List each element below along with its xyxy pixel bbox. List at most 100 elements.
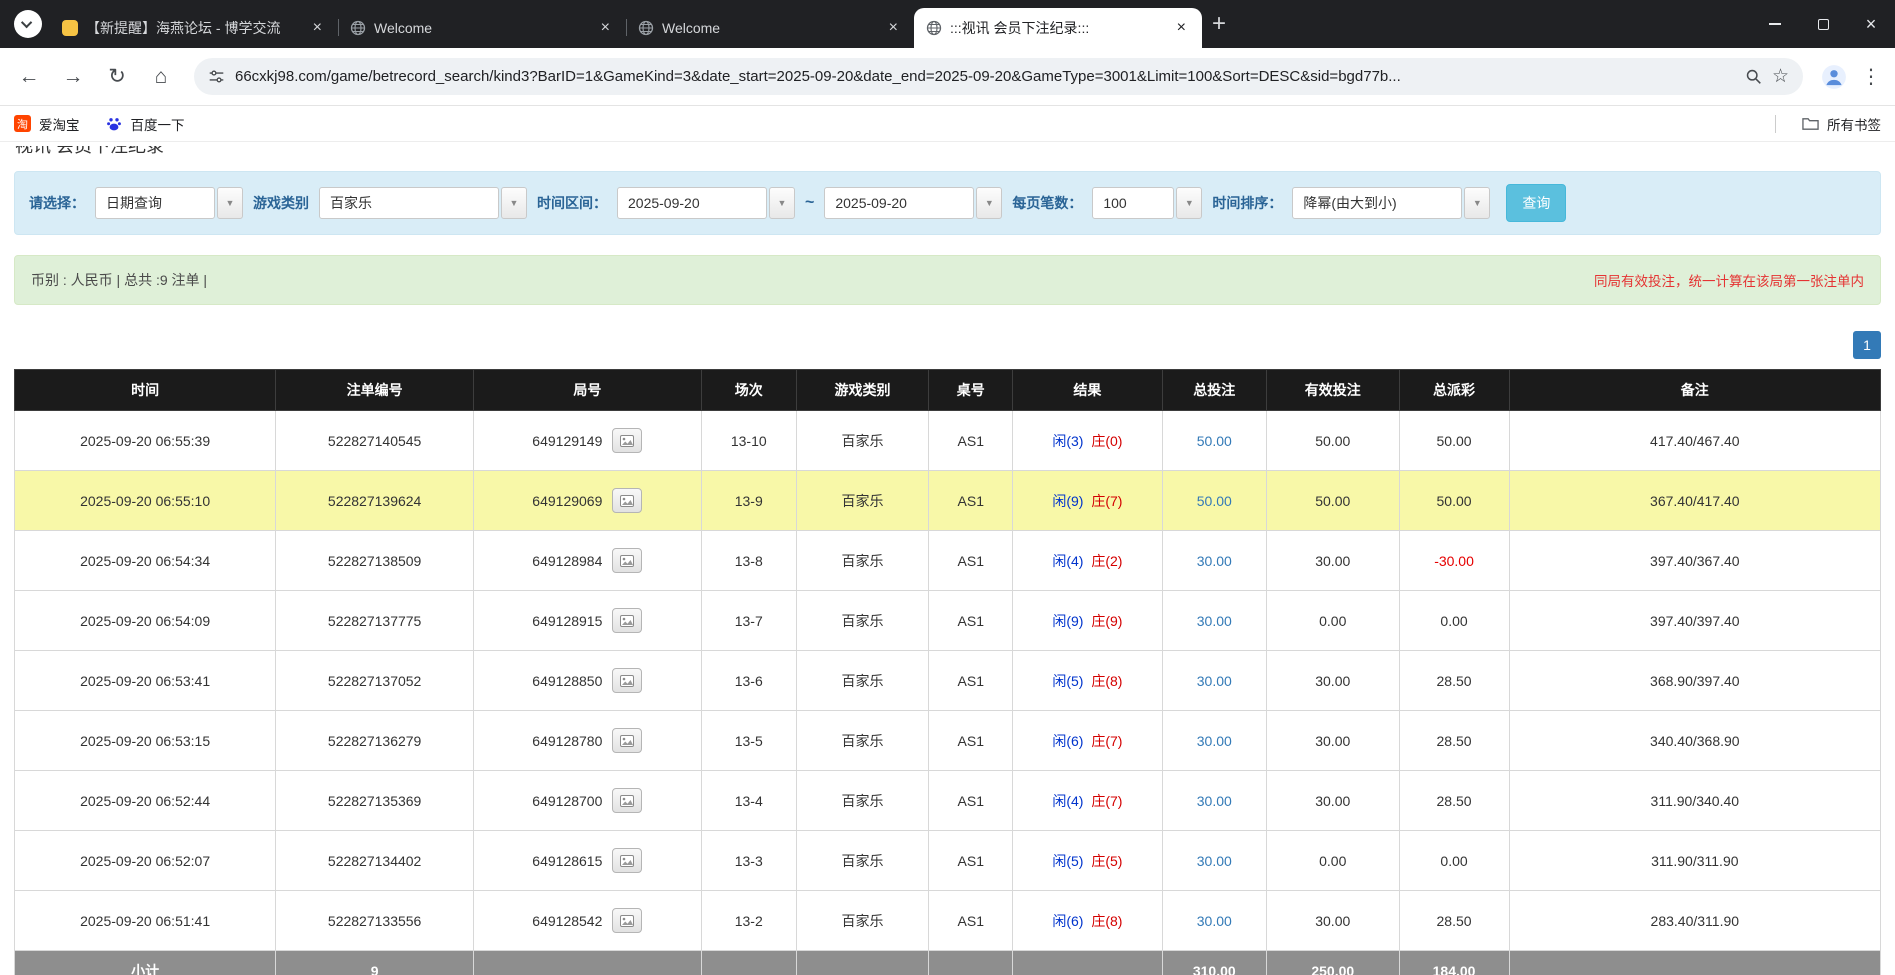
cell-session: 13-8 (701, 531, 796, 591)
cell-table-no: AS1 (929, 471, 1013, 531)
tab-close-icon[interactable]: × (597, 18, 614, 38)
cell-game: 百家乐 (796, 831, 928, 891)
tab-close-icon[interactable]: × (1173, 18, 1190, 38)
cell-bet-id: 522827135369 (276, 771, 474, 831)
image-icon (620, 495, 634, 507)
minimize-button[interactable] (1751, 0, 1799, 48)
chevron-down-icon[interactable]: ▼ (1464, 187, 1490, 219)
bet-table-body: 2025-09-20 06:55:39 522827140545 6491291… (15, 411, 1881, 951)
result-player: 闲(5) (1052, 853, 1083, 869)
chevron-down-icon[interactable]: ▼ (501, 187, 527, 219)
date-start-input[interactable]: 2025-09-20 ▼ (617, 187, 795, 219)
cell-game: 百家乐 (796, 771, 928, 831)
result-player: 闲(9) (1052, 493, 1083, 509)
tab-search-button[interactable] (14, 10, 42, 38)
cell-game: 百家乐 (796, 471, 928, 531)
forward-icon[interactable]: → (54, 58, 92, 96)
cell-round: 649128915 (474, 591, 702, 651)
new-tab-button[interactable]: + (1212, 10, 1226, 38)
subtotal-total-bet: 310.00 (1162, 951, 1266, 975)
zoom-icon[interactable] (1745, 68, 1762, 85)
cell-total-bet-link[interactable]: 30.00 (1162, 531, 1266, 591)
cell-total-bet-link[interactable]: 30.00 (1162, 651, 1266, 711)
result-player: 闲(5) (1052, 673, 1083, 689)
site-info-icon[interactable] (208, 68, 225, 85)
query-type-select[interactable]: 日期查询 ▼ (95, 187, 243, 219)
close-window-button[interactable]: × (1847, 0, 1895, 48)
refresh-icon[interactable]: ↻ (98, 58, 136, 96)
round-media-button[interactable] (612, 608, 642, 633)
filter-bar: 请选择： 日期查询 ▼ 游戏类别 百家乐 ▼ 时间区间： 2025-09-20 … (14, 171, 1881, 235)
address-bar[interactable]: 66cxkj98.com/game/betrecord_search/kind3… (194, 58, 1803, 95)
cell-game: 百家乐 (796, 411, 928, 471)
round-media-button[interactable] (612, 728, 642, 753)
date-end-input[interactable]: 2025-09-20 ▼ (824, 187, 1002, 219)
round-media-button[interactable] (612, 908, 642, 933)
tab-close-icon[interactable]: × (885, 18, 902, 38)
cell-total-bet-link[interactable]: 30.00 (1162, 711, 1266, 771)
round-media-button[interactable] (612, 848, 642, 873)
cell-table-no: AS1 (929, 531, 1013, 591)
cell-time: 2025-09-20 06:54:09 (15, 591, 276, 651)
cell-note: 283.40/311.90 (1509, 891, 1880, 951)
round-media-button[interactable] (612, 428, 642, 453)
currency-summary: 币别 : 人民币 | 总共 :9 注单 | (31, 270, 207, 290)
result-banker: 庄(8) (1091, 673, 1122, 689)
cell-table-no: AS1 (929, 771, 1013, 831)
round-media-button[interactable] (612, 548, 642, 573)
all-bookmarks-label: 所有书签 (1827, 114, 1881, 134)
browser-tab-welcome-2[interactable]: Welcome × (626, 8, 914, 48)
cell-total-bet-link[interactable]: 30.00 (1162, 591, 1266, 651)
round-media-button[interactable] (612, 788, 642, 813)
cell-total-bet-link[interactable]: 50.00 (1162, 471, 1266, 531)
image-icon (620, 675, 634, 687)
header-time: 时间 (15, 370, 276, 411)
page-size-select[interactable]: 100 ▼ (1092, 187, 1202, 219)
maximize-button[interactable] (1799, 0, 1847, 48)
sort-select[interactable]: 降幂(由大到小) ▼ (1292, 187, 1490, 219)
taobao-icon: 淘 (14, 115, 31, 132)
chevron-down-icon[interactable]: ▼ (1176, 187, 1202, 219)
browser-tab-betrecord-active[interactable]: :::视讯 会员下注纪录::: × (914, 8, 1202, 48)
browser-tab-welcome-1[interactable]: Welcome × (338, 8, 626, 48)
subtotal-count: 9 (276, 951, 474, 975)
bookmark-star-icon[interactable]: ☆ (1772, 65, 1789, 88)
round-number: 649129149 (532, 433, 602, 449)
chevron-down-icon[interactable]: ▼ (976, 187, 1002, 219)
bookmark-baidu[interactable]: 百度一下 (106, 114, 185, 134)
header-note: 备注 (1509, 370, 1880, 411)
menu-icon[interactable]: ⋮ (1857, 64, 1885, 89)
cell-total-bet-link[interactable]: 30.00 (1162, 771, 1266, 831)
cell-valid-bet: 50.00 (1267, 411, 1399, 471)
subtotal-payout: 184.00 (1399, 951, 1509, 975)
tab-title: 【新提醒】海燕论坛 - 博学交流 (86, 18, 301, 38)
header-round: 局号 (474, 370, 702, 411)
cell-total-bet-link[interactable]: 30.00 (1162, 831, 1266, 891)
tab-close-icon[interactable]: × (309, 18, 326, 38)
chevron-down-icon[interactable]: ▼ (769, 187, 795, 219)
cell-session: 13-7 (701, 591, 796, 651)
cell-time: 2025-09-20 06:53:15 (15, 711, 276, 771)
cell-game: 百家乐 (796, 651, 928, 711)
header-valid-bet: 有效投注 (1267, 370, 1399, 411)
home-icon[interactable]: ⌂ (142, 58, 180, 96)
cell-total-bet-link[interactable]: 30.00 (1162, 891, 1266, 951)
round-media-button[interactable] (612, 668, 642, 693)
round-media-button[interactable] (612, 488, 642, 513)
bookmark-taobao[interactable]: 淘 爱淘宝 (14, 114, 80, 134)
cell-note: 368.90/397.40 (1509, 651, 1880, 711)
back-icon[interactable]: ← (10, 58, 48, 96)
cell-session: 13-6 (701, 651, 796, 711)
bet-record-row: 2025-09-20 06:53:15 522827136279 6491287… (15, 711, 1881, 771)
profile-icon[interactable] (1817, 60, 1851, 94)
round-number: 649128542 (532, 913, 602, 929)
browser-tab-forum[interactable]: 【新提醒】海燕论坛 - 博学交流 × (50, 8, 338, 48)
image-icon (620, 555, 634, 567)
url-text: 66cxkj98.com/game/betrecord_search/kind3… (235, 68, 1735, 85)
search-button[interactable]: 查询 (1506, 184, 1566, 222)
cell-total-bet-link[interactable]: 50.00 (1162, 411, 1266, 471)
page-1-button[interactable]: 1 (1853, 331, 1881, 359)
all-bookmarks-button[interactable]: 所有书签 (1802, 114, 1881, 134)
game-type-select[interactable]: 百家乐 ▼ (319, 187, 527, 219)
chevron-down-icon[interactable]: ▼ (217, 187, 243, 219)
